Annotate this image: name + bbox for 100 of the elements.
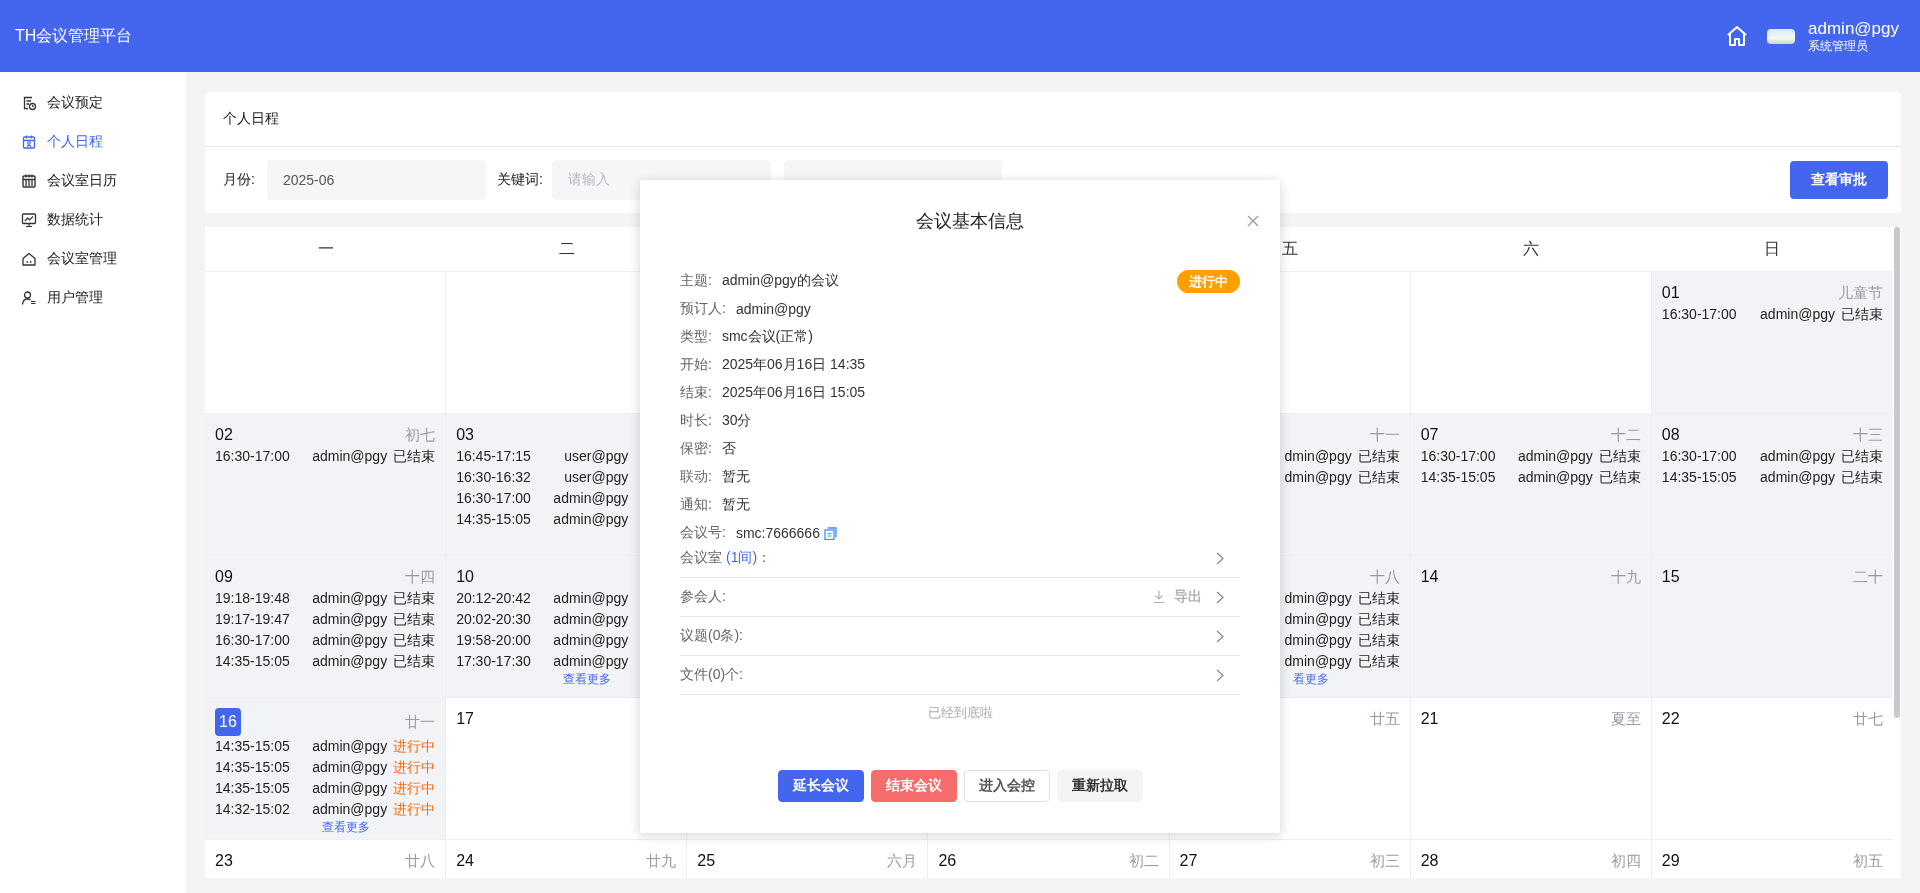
day-number: 28	[1420, 852, 1439, 870]
event-organizer: admin@pgy	[312, 737, 388, 756]
page-title: 个人日程	[223, 110, 279, 128]
weekday-label: 五	[1282, 238, 1299, 259]
day-number: 14	[1420, 568, 1439, 586]
field-value: smc:7666666	[735, 525, 820, 541]
event-organizer: admin@pgy	[312, 447, 388, 466]
day-cell[interactable]: 16 廿一 14:35-15:05 admin@pgy 进行中 14:35-15:05 admin@pgy 进行中 14:35-15:05 admin@pgy 进行中 14:32-15:02 admin@pgy 进行中 查看更多	[205, 698, 447, 840]
day-cell[interactable]: 08 十三 16:30-17:00 admin@pgy 已结束 14:35-15:05 admin@pgy 已结束	[1651, 414, 1893, 556]
day-number: 08	[1661, 426, 1680, 444]
day-cell[interactable]: 07 十二 16:30-17:00 admin@pgy 已结束 14:35-15:05 admin@pgy 已结束	[1410, 414, 1652, 556]
house-icon	[21, 250, 37, 267]
field-value: 暂无	[721, 468, 750, 486]
field-label: 主题:	[680, 272, 712, 290]
lunar-date: 十一	[1369, 425, 1400, 445]
more-link[interactable]: 查看更多	[563, 672, 612, 686]
event-status: 进行中	[393, 779, 436, 798]
close-button[interactable]	[1246, 214, 1260, 228]
day-number: 23	[215, 852, 233, 870]
day-number: 25	[697, 852, 716, 870]
field-label: 预订人:	[680, 300, 726, 318]
event-time: 16:30-17:00	[1661, 447, 1738, 466]
field-label: 结束:	[680, 384, 712, 402]
day-number: 15	[1661, 568, 1680, 586]
user-role: 系统管理员	[1808, 39, 1870, 53]
sidebar-item[interactable]: 数据统计	[0, 200, 186, 239]
event-organizer: admin@pgy	[1517, 447, 1593, 466]
more-link[interactable]: 查看更多	[322, 820, 371, 834]
calendar-icon	[21, 172, 37, 189]
sidebar-item[interactable]: 个人日程	[0, 122, 186, 161]
status-badge: 进行中	[1177, 269, 1240, 293]
sidebar-item[interactable]: 用户管理	[0, 278, 186, 317]
event-time: 19:58-20:00	[456, 631, 532, 650]
field-value: admin@pgy	[735, 301, 811, 317]
sidebar-item[interactable]: 会议室管理	[0, 239, 186, 278]
sidebar-item[interactable]: 会议预定	[0, 83, 186, 122]
detail-row[interactable]: 议题(0条):	[680, 617, 1240, 656]
event-organizer: admin@pgy	[553, 589, 629, 608]
event-organizer: admin@pgy	[553, 489, 629, 508]
user-list-icon	[21, 289, 37, 306]
field-value: 2025年06月16日 15:05	[721, 384, 866, 402]
download-icon	[1152, 590, 1166, 604]
lunar-date: 廿一	[405, 712, 436, 732]
day-number: 24	[456, 852, 474, 870]
event-organizer: user@pgy	[564, 468, 629, 487]
chevron-right-icon	[1216, 668, 1224, 682]
keyword-label: 关键词:	[496, 171, 543, 189]
event-time: 14:35-15:05	[215, 758, 291, 777]
event-time: 16:30-17:00	[1420, 447, 1497, 466]
event-status: 已结束	[1841, 468, 1883, 487]
event-status: 已结束	[393, 589, 436, 608]
event-time: 16:45-17:15	[456, 447, 532, 466]
event-organizer: admin@pgy	[553, 631, 629, 650]
detail-row[interactable]: 会议室 (1间)：	[680, 539, 1240, 578]
detail-row[interactable]: 参会人: 导出	[680, 578, 1240, 617]
day-number: 22	[1661, 710, 1680, 728]
event-organizer: dmin@pgy	[1284, 652, 1352, 671]
day-number: 26	[938, 852, 957, 870]
day-cell[interactable]: 15 二十	[1651, 556, 1893, 698]
chevron-right-icon	[1216, 551, 1224, 565]
event-organizer: user@pgy	[564, 447, 629, 466]
detail-row[interactable]: 文件(0)个:	[680, 656, 1240, 695]
more-link[interactable]: 看更多	[1292, 672, 1329, 686]
dialog-button[interactable]: 延长会议	[777, 770, 864, 802]
lunar-date: 十三	[1853, 425, 1883, 445]
day-cell[interactable]: 21 夏至	[1410, 698, 1652, 840]
weekday-label: 一	[317, 238, 334, 259]
event-status: 已结束	[1841, 305, 1883, 324]
event-status: 已结束	[1357, 589, 1400, 608]
dialog-button[interactable]: 进入会控	[963, 770, 1050, 802]
sidebar-item[interactable]: 会议室日历	[0, 161, 186, 200]
event-organizer: admin@pgy	[553, 510, 629, 529]
event-organizer: admin@pgy	[312, 800, 388, 819]
day-cell[interactable]: 09 十四 19:18-19:48 admin@pgy 已结束 19:17-19:47 admin@pgy 已结束 16:30-17:00 admin@pgy 已结束 14:35-15:05 admin@pgy 已结束	[205, 556, 447, 698]
day-cell[interactable]: 14 十九	[1410, 556, 1652, 698]
event-time: 16:30-17:00	[215, 631, 291, 650]
chevron-right-icon	[1216, 590, 1224, 604]
event-organizer: dmin@pgy	[1284, 631, 1352, 650]
doc-clock-icon	[21, 94, 37, 111]
lunar-date: 初五	[1853, 851, 1883, 871]
event-organizer: dmin@pgy	[1284, 447, 1352, 466]
month-field[interactable]: 2025-06	[266, 160, 486, 200]
event-time: 19:17-19:47	[215, 610, 291, 629]
app-logo: TH会议管理平台	[15, 25, 133, 46]
event-organizer: admin@pgy	[1517, 468, 1593, 487]
event-status: 已结束	[1357, 468, 1400, 487]
copy-icon[interactable]	[823, 526, 837, 540]
day-cell[interactable]: 01 儿童节 16:30-17:00 admin@pgy 已结束	[1651, 272, 1893, 414]
event-time: 14:35-15:05	[215, 737, 291, 756]
event-status: 已结束	[1357, 631, 1400, 650]
day-cell[interactable]: 02 初七 16:30-17:00 admin@pgy 已结束	[205, 414, 447, 556]
event-time: 14:35-15:05	[215, 779, 291, 798]
approval-button[interactable]: 查看审批	[1790, 161, 1888, 199]
dialog-button[interactable]: 重新拉取	[1056, 770, 1143, 802]
day-number: 16	[215, 708, 241, 736]
event-status: 已结束	[393, 631, 436, 650]
scrollbar-thumb[interactable]	[1894, 227, 1900, 718]
event-organizer: admin@pgy	[312, 631, 388, 650]
event-status: 进行中	[393, 758, 436, 777]
event-organizer: admin@pgy	[553, 610, 629, 629]
